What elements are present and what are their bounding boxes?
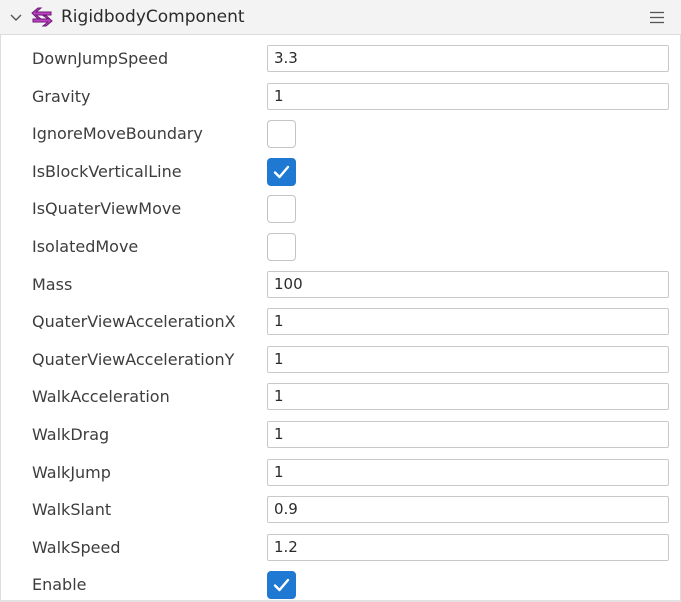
chevron-down-icon[interactable] (8, 9, 24, 25)
property-row-isolated-move: IsolatedMove (0, 228, 681, 266)
property-label: WalkSlant (32, 500, 112, 520)
property-label: IsBlockVerticalLine (32, 161, 182, 181)
mass-input[interactable]: 100 (267, 270, 669, 298)
property-row-quater-view-acceleration-y: QuaterViewAccelerationY 1 (0, 341, 681, 379)
quater-view-acceleration-y-input[interactable]: 1 (267, 345, 669, 373)
property-row-down-jump-speed: DownJumpSpeed 3.3 (0, 40, 681, 78)
component-title: RigidbodyComponent (61, 7, 245, 27)
property-label: WalkJump (32, 462, 111, 482)
property-row-mass: Mass 100 (0, 266, 681, 304)
property-row-is-block-vertical-line: IsBlockVerticalLine (0, 153, 681, 191)
rigidbody-component-panel: RigidbodyComponent DownJumpSpeed 3.3 Gravi… (0, 0, 681, 602)
property-row-quater-view-acceleration-x: QuaterViewAccelerationX 1 (0, 303, 681, 341)
property-label: IsolatedMove (32, 237, 139, 256)
property-label: QuaterViewAccelerationY (32, 349, 235, 369)
walk-drag-input[interactable]: 1 (267, 421, 669, 448)
walk-acceleration-input[interactable]: 1 (267, 383, 669, 411)
property-row-ignore-move-boundary: IgnoreMoveBoundary (0, 115, 681, 153)
is-block-vertical-line-checkbox[interactable] (267, 157, 296, 186)
ignore-move-boundary-checkbox[interactable] (267, 120, 296, 149)
hamburger-menu-icon[interactable] (649, 11, 665, 24)
property-label: WalkAcceleration (32, 387, 170, 407)
property-label: QuaterViewAccelerationX (32, 312, 236, 332)
walk-speed-input[interactable]: 1.2 (267, 533, 669, 561)
property-label: DownJumpSpeed (32, 49, 169, 68)
property-label: IgnoreMoveBoundary (32, 124, 203, 144)
checkmark-icon (273, 579, 290, 592)
property-row-walk-acceleration: WalkAcceleration 1 (0, 378, 681, 416)
property-label: WalkDrag (32, 425, 110, 444)
property-label: Gravity (32, 86, 91, 106)
property-row-walk-drag: WalkDrag 1 (0, 416, 681, 454)
property-row-walk-jump: WalkJump 1 (0, 454, 681, 492)
property-label: IsQuaterViewMove (32, 199, 182, 219)
quater-view-acceleration-x-input[interactable]: 1 (267, 308, 669, 336)
property-label: WalkSpeed (32, 537, 121, 557)
property-label: Mass (32, 274, 73, 294)
rigidbody-component-icon (31, 7, 53, 27)
property-row-gravity: Gravity 1 (0, 78, 681, 116)
is-quater-view-move-checkbox[interactable] (267, 195, 296, 224)
walk-slant-input[interactable]: 0.9 (267, 496, 669, 524)
property-row-walk-slant: WalkSlant 0.9 (0, 491, 681, 529)
down-jump-speed-input[interactable]: 3.3 (267, 45, 669, 72)
property-row-is-quater-view-move: IsQuaterViewMove (0, 190, 681, 228)
enable-checkbox[interactable] (267, 571, 296, 600)
walk-jump-input[interactable]: 1 (267, 458, 669, 486)
component-header[interactable]: RigidbodyComponent (0, 0, 681, 35)
checkmark-icon (273, 165, 290, 178)
property-row-walk-speed: WalkSpeed 1.2 (0, 529, 681, 567)
isolated-move-checkbox[interactable] (267, 233, 296, 261)
property-label: Enable (32, 575, 87, 595)
gravity-input[interactable]: 1 (267, 82, 669, 110)
property-row-enable: Enable (0, 566, 681, 602)
